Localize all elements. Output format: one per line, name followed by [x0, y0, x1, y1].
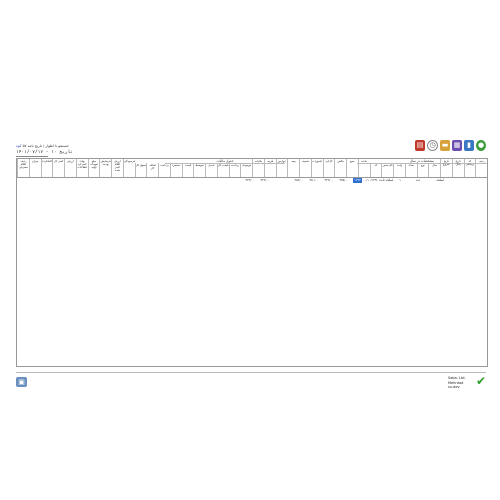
pdf-icon[interactable]: ▤ [415, 140, 425, 151]
folder-icon[interactable]: ▬ [440, 140, 450, 151]
column-header[interactable]: تعدیل [205, 163, 217, 177]
column-header[interactable]: کارکرد [322, 159, 335, 177]
column-header[interactable]: تاریخ پایان [451, 159, 464, 177]
column-header[interactable]: پرداخت [158, 163, 170, 177]
column-header[interactable]: تعداد [404, 163, 417, 177]
column-header[interactable]: قیمت کل [216, 163, 229, 177]
date-value: ۱۴۰۱/۰۷/۱۷ - ۱۰ [16, 150, 57, 155]
column-header[interactable]: اضافه کار [146, 163, 158, 177]
cell-v4: ۴۵۰/۰۰ [309, 178, 319, 182]
report-title: جستجو تا اطوار / تاریخ نامه ۵۷ [22, 144, 69, 148]
go-icon[interactable]: ● [476, 140, 486, 151]
report-link[interactable]: کوه [16, 144, 21, 148]
column-header[interactable]: کسر کار [52, 159, 64, 177]
column-header[interactable]: تاریخ شروع [440, 159, 452, 177]
date-line: ۱۴۰۱/۰۷/۱۷ - ۱۰ تاریخ [16, 150, 73, 155]
column-header[interactable]: بیمه [287, 159, 299, 177]
column-header[interactable]: فرسودگی [122, 159, 135, 177]
column-header[interactable]: مالیات [252, 159, 264, 177]
column-header[interactable]: خالص [334, 159, 346, 177]
column-header[interactable]: میزان [28, 159, 41, 177]
cell-selected[interactable]: ۱۳۹۳ [353, 178, 362, 183]
column-header[interactable]: فرسایش بودجه [99, 159, 111, 177]
export-icon[interactable]: ▣ [16, 377, 27, 387]
column-header[interactable]: عوارض [275, 159, 288, 177]
column-header[interactable]: قیمت [181, 163, 194, 177]
column-header[interactable]: نوع [416, 163, 429, 177]
column-header[interactable]: کاملکردی [40, 159, 53, 177]
cell-v6: ۴۷۵/۰۰ [339, 178, 349, 182]
column-header[interactable]: سال [428, 163, 440, 177]
footer-info: Saba. Ltd. Mehrdad su.dev [448, 376, 470, 390]
column-header[interactable]: جمع [346, 159, 358, 177]
column-header[interactable]: هزینه [263, 159, 276, 177]
table-row[interactable]: ۳۲۲/۰۰ ۳۲۲/۰۰ ۲۵۶/۰۰ ۴۵۰/۰۰ ۳۲۲/۰۰ ۴۷۵/۰… [17, 178, 487, 183]
grid-header: جدول مالیات مشخصات در سال ردیف اقلام مصر… [17, 159, 487, 178]
column-header[interactable]: تخفیف [299, 159, 311, 177]
column-header[interactable]: کسورات [310, 159, 323, 177]
column-header[interactable]: دستمزد [169, 163, 182, 177]
date-underline [16, 156, 48, 157]
column-header[interactable]: واحد [393, 163, 405, 177]
column-header[interactable]: مبلغ تعهدات اولیه [87, 159, 100, 177]
cell-count: ۱ [399, 178, 401, 182]
check-icon[interactable]: ✔ [476, 375, 486, 387]
footer-sub: Mehrdad su.dev [448, 380, 464, 390]
column-header[interactable]: ردیف اقلام مصرفی [17, 159, 29, 177]
cell-v3: ۲۵۶/۰۰ [294, 178, 304, 182]
column-header[interactable]: مانده [357, 159, 370, 177]
column-header[interactable]: کد [369, 163, 382, 177]
column-header[interactable]: پرداخت [228, 163, 241, 177]
column-header[interactable]: متوسط [193, 163, 205, 177]
column-header[interactable]: موجودی [240, 163, 252, 177]
cell-v1: ۳۲۲/۰۰ [245, 178, 255, 182]
column-header[interactable]: ارزش [64, 159, 76, 177]
column-header[interactable]: ارزش اقلام کسر شده [111, 159, 123, 177]
cell-date1: ۰۰/۱۰/۱۳۹۳ [363, 178, 377, 182]
column-header[interactable]: نام جنس [381, 163, 393, 177]
footer-bar: ▣ Saba. Ltd. Mehrdad su.dev ✔ [16, 372, 486, 391]
column-header[interactable]: ردیف [475, 159, 487, 177]
clock-icon[interactable]: ◷ [427, 140, 438, 151]
cell-name: اسلحه [436, 178, 444, 182]
data-grid: جدول مالیات مشخصات در سال ردیف اقلام مصر… [16, 158, 488, 367]
cell-unit: عدد [415, 178, 421, 182]
cell-v2: ۳۲۲/۰۰ [260, 178, 270, 182]
print-icon[interactable]: ▦ [452, 140, 462, 151]
column-header[interactable]: کد پرسنلی [463, 159, 476, 177]
report-window: جستجو تا اطوار / تاریخ نامه ۵۷ کوه ۱۴۰۱/… [16, 140, 488, 391]
toolbar: جستجو تا اطوار / تاریخ نامه ۵۷ کوه ۱۴۰۱/… [16, 140, 486, 157]
report-info: جستجو تا اطوار / تاریخ نامه ۵۷ کوه [16, 144, 69, 148]
cell-label: اسلحه ثابت [379, 178, 393, 182]
cell-v5: ۳۲۲/۰۰ [324, 178, 334, 182]
date-label: تاریخ [59, 150, 73, 155]
chart-icon[interactable]: ▮ [464, 140, 474, 151]
toolbar-icons: ▤ ◷ ▬ ▦ ▮ ● [415, 140, 486, 151]
column-header[interactable]: حقوق کار [134, 163, 146, 177]
column-header[interactable]: بهای کسرکرد اطلاعات [75, 159, 88, 177]
